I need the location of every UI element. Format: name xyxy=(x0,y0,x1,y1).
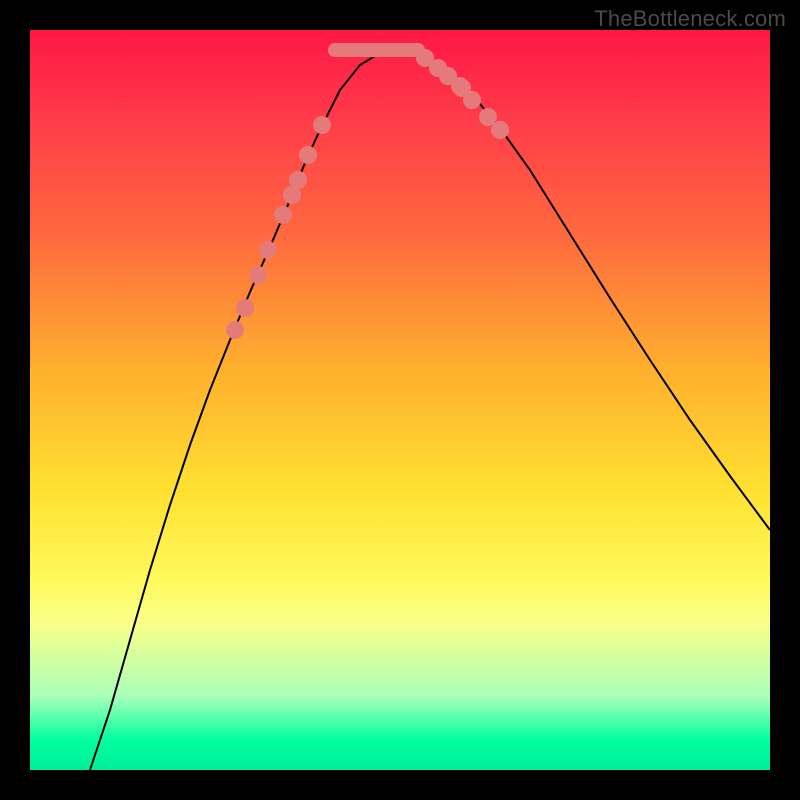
data-point xyxy=(451,77,469,95)
chart-plot-area xyxy=(30,30,770,770)
watermark-text: TheBottleneck.com xyxy=(594,6,786,32)
data-point xyxy=(236,299,254,317)
chart-frame: TheBottleneck.com xyxy=(0,0,800,800)
data-point xyxy=(313,116,331,134)
data-point xyxy=(289,171,307,189)
data-point xyxy=(274,206,292,224)
data-point xyxy=(491,121,509,139)
data-point xyxy=(463,91,481,109)
data-point xyxy=(259,241,277,259)
right-branch-dots xyxy=(416,49,509,139)
data-point xyxy=(249,266,267,284)
chart-svg xyxy=(30,30,770,770)
data-point xyxy=(299,146,317,164)
bottleneck-curve xyxy=(90,50,770,770)
data-point xyxy=(226,321,244,339)
